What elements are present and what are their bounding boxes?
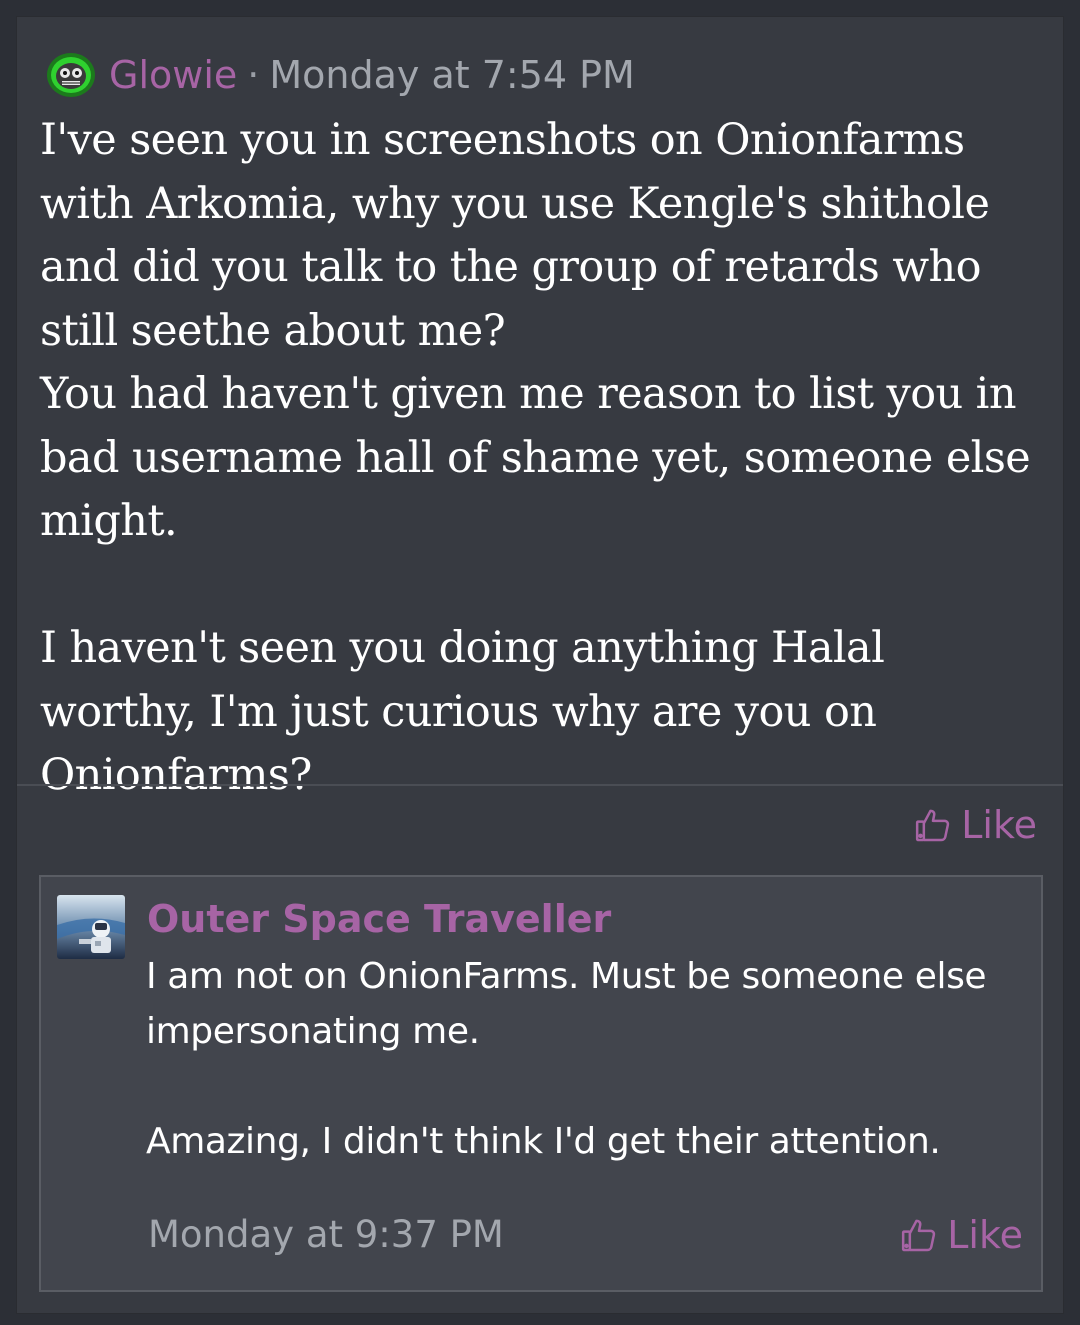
astronaut-avatar[interactable] <box>57 895 125 959</box>
comment-block: Outer Space Traveller I am not on OnionF… <box>39 875 1043 1292</box>
glowie-avatar[interactable] <box>45 51 97 99</box>
thumbs-up-icon <box>902 1219 936 1252</box>
post-body: I've seen you in screenshots on Onionfar… <box>40 109 1050 808</box>
post-timestamp[interactable]: Monday at 7:54 PM <box>269 53 634 97</box>
like-label: Like <box>961 803 1037 847</box>
post-paragraph: I've seen you in screenshots on Onionfar… <box>40 115 990 356</box>
post-like-button[interactable]: Like <box>913 803 1037 847</box>
post-paragraph: You had haven't given me reason to list … <box>40 369 1031 546</box>
comment-paragraph: Amazing, I didn't think I'd get their at… <box>146 1121 941 1162</box>
post-header: Glowie · Monday at 7:54 PM <box>45 47 635 103</box>
header-separator: · <box>247 53 260 97</box>
like-label: Like <box>947 1213 1023 1257</box>
comment-body: I am not on OnionFarms. Must be someone … <box>146 949 1036 1169</box>
comment-timestamp[interactable]: Monday at 9:37 PM <box>148 1213 504 1256</box>
post-author-link[interactable]: Glowie <box>109 53 237 97</box>
comment-like-button[interactable]: Like <box>899 1213 1023 1257</box>
comment-paragraph: I am not on OnionFarms. Must be someone … <box>146 956 987 1052</box>
profile-post: Glowie · Monday at 7:54 PM I've seen you… <box>16 16 1064 1314</box>
comment-author-link[interactable]: Outer Space Traveller <box>147 897 611 941</box>
post-paragraph: I haven't seen you doing anything Halal … <box>40 623 885 800</box>
thumbs-up-icon <box>916 809 950 842</box>
post-divider <box>17 784 1063 786</box>
